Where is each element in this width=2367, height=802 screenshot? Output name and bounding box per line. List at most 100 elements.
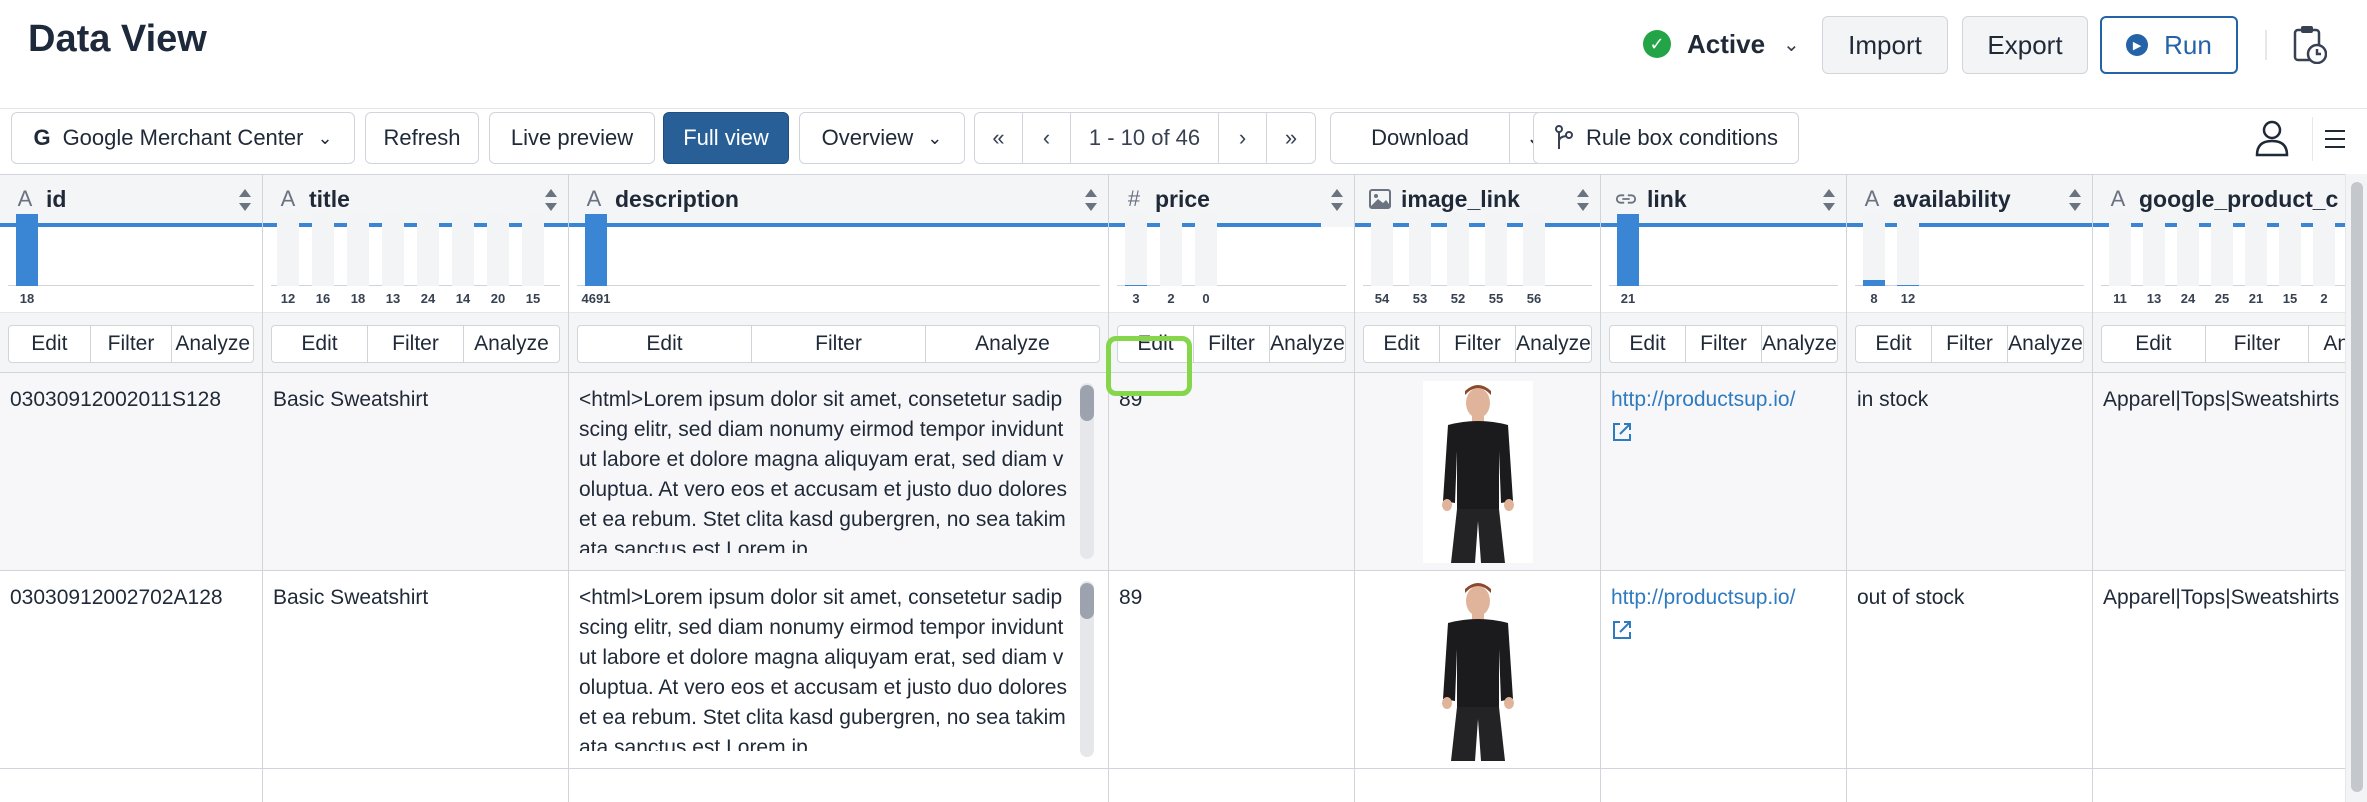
next-page-button[interactable]: › (1219, 113, 1267, 163)
prev-page-button[interactable]: ‹ (1023, 113, 1071, 163)
rule-box-conditions-button[interactable]: Rule box conditions (1533, 112, 1799, 164)
edit-button[interactable]: Edit (9, 326, 91, 362)
analyze-button[interactable]: Analyze (464, 326, 559, 362)
sort-icon[interactable] (1330, 189, 1344, 211)
histogram-bar[interactable] (347, 214, 369, 286)
edit-button[interactable]: Edit (1118, 326, 1194, 362)
sort-icon[interactable] (1084, 189, 1098, 211)
external-link-icon[interactable] (1611, 619, 1633, 641)
analyze-button[interactable]: Analyze (172, 326, 253, 362)
histogram-bar[interactable] (1160, 214, 1182, 286)
first-page-button[interactable]: « (975, 113, 1023, 163)
column-header-description[interactable]: A description (569, 175, 1108, 227)
edit-button[interactable]: Edit (578, 326, 752, 362)
histogram-bar[interactable] (312, 214, 334, 286)
histogram-bar[interactable] (487, 214, 509, 286)
analyze-button[interactable]: Analyze (926, 326, 1099, 362)
table-cell-id[interactable]: 03030912002702A128 (0, 571, 262, 769)
analyze-button[interactable]: Analyze (2309, 326, 2345, 362)
last-page-button[interactable]: » (1267, 113, 1315, 163)
filter-button[interactable]: Filter (1686, 326, 1762, 362)
download-button[interactable]: Download (1330, 112, 1510, 164)
histogram-bar[interactable] (2109, 214, 2131, 286)
full-view-button[interactable]: Full view (663, 112, 789, 164)
edit-button[interactable]: Edit (1610, 326, 1686, 362)
refresh-button[interactable]: Refresh (365, 112, 479, 164)
product-link[interactable]: http://productsup.io/ (1611, 586, 1795, 609)
vertical-scrollbar[interactable] (2345, 174, 2367, 802)
filter-button[interactable]: Filter (1932, 326, 2008, 362)
sort-icon[interactable] (1822, 189, 1836, 211)
histogram-bar[interactable] (1447, 214, 1469, 286)
scrollbar-thumb[interactable] (2350, 182, 2363, 792)
histogram-bar[interactable] (2279, 214, 2301, 286)
sort-icon[interactable] (544, 189, 558, 211)
edit-button[interactable]: Edit (2102, 326, 2206, 362)
filter-button[interactable]: Filter (1440, 326, 1516, 362)
histogram-bar[interactable] (1863, 214, 1885, 286)
analyze-button[interactable]: Analyze (1270, 326, 1345, 362)
histogram-bar[interactable] (2143, 214, 2165, 286)
table-cell-link[interactable]: http://productsup.io/ (1601, 571, 1846, 769)
edit-button[interactable]: Edit (1364, 326, 1440, 362)
histogram-bar[interactable] (2211, 214, 2233, 286)
histogram-bar[interactable] (1409, 214, 1431, 286)
sort-icon[interactable] (1576, 189, 1590, 211)
histogram-bar[interactable] (1523, 214, 1545, 286)
histogram-bar[interactable] (1617, 214, 1639, 286)
cell-scrollbar[interactable] (1080, 581, 1094, 757)
filter-button[interactable]: Filter (368, 326, 464, 362)
histogram-bar[interactable] (16, 214, 38, 286)
analyze-button[interactable]: Analyze (2008, 326, 2083, 362)
table-cell-link[interactable]: http://productsup.io/ (1601, 373, 1846, 571)
histogram-bar[interactable] (1485, 214, 1507, 286)
source-dropdown[interactable]: G Google Merchant Center ⌄ (11, 112, 355, 164)
hamburger-menu-icon[interactable] (2312, 117, 2356, 161)
table-cell-price[interactable]: 89 (1109, 571, 1354, 769)
import-button[interactable]: Import (1822, 16, 1948, 74)
histogram-bar[interactable] (277, 214, 299, 286)
table-cell-description[interactable]: <html>Lorem ipsum dolor sit amet, conset… (569, 571, 1108, 769)
analyze-button[interactable]: Analyze (1516, 326, 1591, 362)
export-button[interactable]: Export (1962, 16, 2088, 74)
analyze-button[interactable]: Analyze (1762, 326, 1837, 362)
user-icon[interactable] (2254, 119, 2290, 157)
edit-button[interactable]: Edit (272, 326, 368, 362)
table-cell-title[interactable]: Basic Sweatshirt (263, 373, 568, 571)
table-cell-image[interactable] (1355, 571, 1600, 769)
filter-button[interactable]: Filter (91, 326, 173, 362)
status-dropdown[interactable]: ✓ Active ⌄ (1643, 26, 1800, 62)
histogram-bar[interactable] (417, 214, 439, 286)
edit-button[interactable]: Edit (1856, 326, 1932, 362)
histogram-bar[interactable] (2177, 214, 2199, 286)
product-link[interactable]: http://productsup.io/ (1611, 388, 1795, 411)
table-cell-image[interactable] (1355, 373, 1600, 571)
histogram-bar[interactable] (1125, 214, 1147, 286)
column-header-id[interactable]: A id (0, 175, 262, 227)
overview-dropdown[interactable]: Overview ⌄ (799, 112, 965, 164)
table-cell-price[interactable]: 89 (1109, 373, 1354, 571)
filter-button[interactable]: Filter (1194, 326, 1270, 362)
histogram-bar[interactable] (2245, 214, 2267, 286)
live-preview-button[interactable]: Live preview (489, 112, 655, 164)
histogram-bar[interactable] (1897, 214, 1919, 286)
table-cell-availability[interactable]: out of stock (1847, 571, 2092, 769)
histogram-bar[interactable] (2313, 214, 2335, 286)
run-button[interactable]: ▶ Run (2100, 16, 2238, 74)
table-cell-title[interactable]: Basic Sweatshirt (263, 571, 568, 769)
histogram-bar[interactable] (452, 214, 474, 286)
clipboard-clock-icon[interactable] (2291, 24, 2327, 64)
cell-scrollbar[interactable] (1080, 383, 1094, 559)
histogram-bar[interactable] (522, 214, 544, 286)
external-link-icon[interactable] (1611, 421, 1633, 443)
table-cell-id[interactable]: 03030912002011S128 (0, 373, 262, 571)
table-cell-description[interactable]: <html>Lorem ipsum dolor sit amet, conset… (569, 373, 1108, 571)
filter-button[interactable]: Filter (2206, 326, 2310, 362)
table-cell-google-product-category[interactable]: Apparel|Tops|Sweatshirts (2093, 373, 2345, 571)
histogram-bar[interactable] (1195, 214, 1217, 286)
histogram-bar[interactable] (585, 214, 607, 286)
table-cell-google-product-category[interactable]: Apparel|Tops|Sweatshirts (2093, 571, 2345, 769)
filter-button[interactable]: Filter (752, 326, 926, 362)
sort-icon[interactable] (238, 189, 252, 211)
histogram-bar[interactable] (382, 214, 404, 286)
